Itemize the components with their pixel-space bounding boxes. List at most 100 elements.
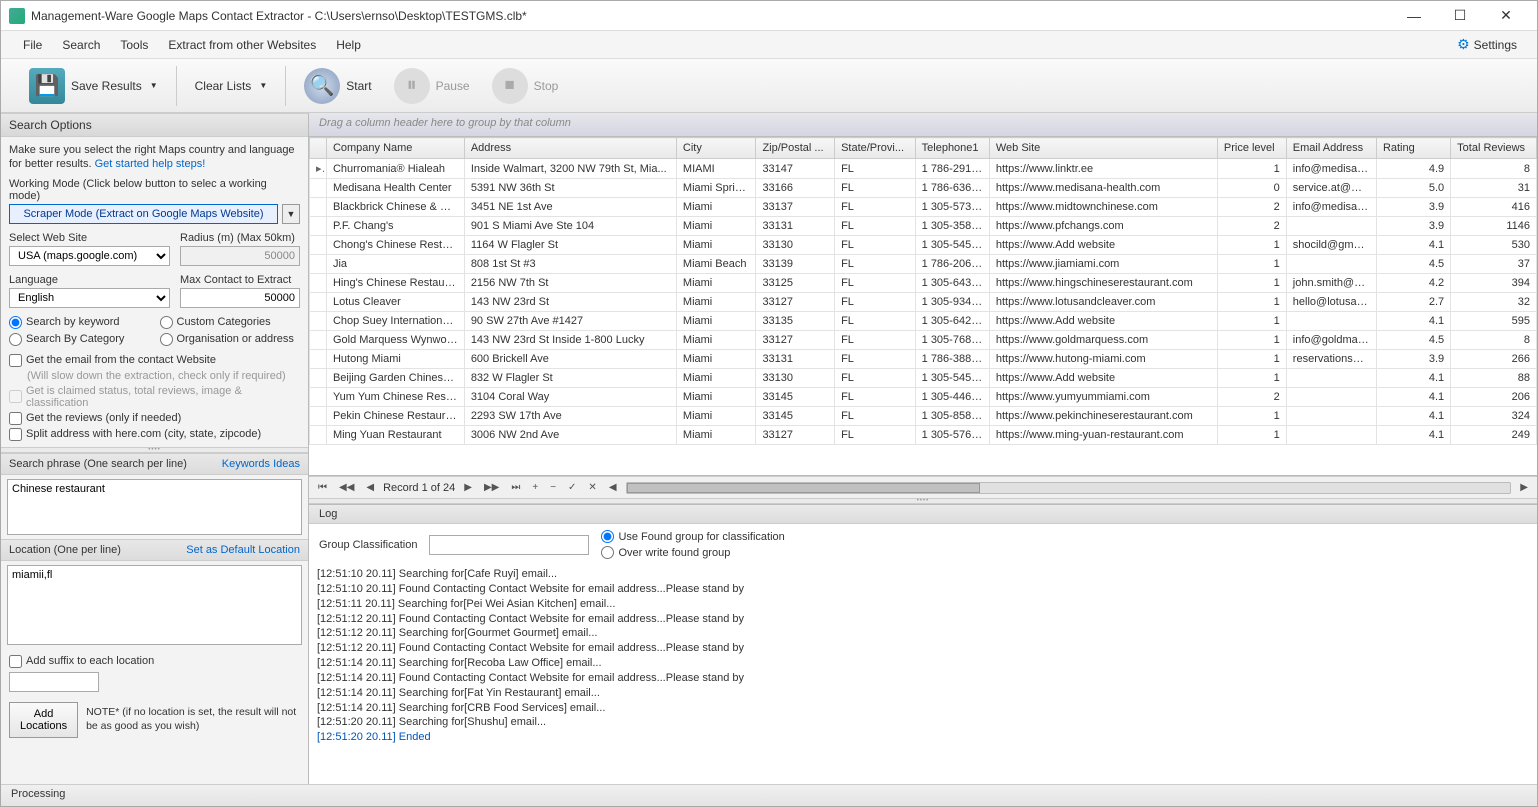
nav-first[interactable]: ⏮ [315,482,330,493]
cell[interactable]: 1 305-642-... [915,312,989,331]
cell[interactable]: 33131 [756,217,835,236]
cell[interactable]: 37 [1451,255,1537,274]
cell[interactable]: 33139 [756,255,835,274]
cell[interactable]: FL [835,255,916,274]
table-row[interactable]: Beijing Garden Chinese ...832 W Flagler … [310,369,1537,388]
column-header[interactable]: Address [464,138,676,159]
cell[interactable]: Miami Beach [676,255,756,274]
table-row[interactable]: Chong's Chinese Restau...1164 W Flagler … [310,236,1537,255]
cell[interactable]: 2156 NW 7th St [464,274,676,293]
cell[interactable]: Miami [676,331,756,350]
cell[interactable]: FL [835,293,916,312]
cell[interactable]: 33166 [756,179,835,198]
column-header[interactable]: Price level [1217,138,1286,159]
cell[interactable]: Miami [676,407,756,426]
radio-by-keyword[interactable]: Search by keyword [9,316,150,329]
table-row[interactable]: Hutong Miami600 Brickell AveMiami33131FL… [310,350,1537,369]
cell[interactable]: https://www.linktr.ee [989,159,1217,179]
cell[interactable]: https://www.Add website [989,369,1217,388]
cell[interactable]: 90 SW 27th Ave #1427 [464,312,676,331]
cell[interactable]: 1 786-388-... [915,350,989,369]
stop-button[interactable]: ⏹ Stop [484,64,567,108]
cell[interactable]: info@medisan... [1286,159,1376,179]
group-by-bar[interactable]: Drag a column header here to group by th… [309,113,1537,137]
table-row[interactable]: Chop Suey International...90 SW 27th Ave… [310,312,1537,331]
cell[interactable]: Gold Marquess Wynwood [326,331,464,350]
cell[interactable]: 394 [1451,274,1537,293]
set-default-location-link[interactable]: Set as Default Location [186,544,300,556]
nav-scroll-right[interactable]: ▶ [1517,482,1531,493]
cell[interactable]: https://www.Add website [989,236,1217,255]
cell[interactable]: 1 [1217,255,1286,274]
cell[interactable]: 3451 NE 1st Ave [464,198,676,217]
cell[interactable]: 4.5 [1376,331,1450,350]
cell[interactable]: 416 [1451,198,1537,217]
column-header[interactable]: Email Address [1286,138,1376,159]
table-row[interactable]: P.F. Chang's901 S Miami Ave Ste 104Miami… [310,217,1537,236]
column-header[interactable]: State/Provi... [835,138,916,159]
table-row[interactable]: Blackbrick Chinese & Dim...3451 NE 1st A… [310,198,1537,217]
cell[interactable]: FL [835,236,916,255]
cell[interactable]: 206 [1451,388,1537,407]
nav-commit[interactable]: ✓ [565,482,579,493]
cell[interactable]: FL [835,369,916,388]
cell[interactable]: hello@lotusan... [1286,293,1376,312]
cell[interactable]: 1164 W Flagler St [464,236,676,255]
cell[interactable]: 33127 [756,331,835,350]
cell[interactable]: 2293 SW 17th Ave [464,407,676,426]
cell[interactable]: 33127 [756,426,835,445]
cell[interactable]: 143 NW 23rd St Inside 1-800 Lucky [464,331,676,350]
cell[interactable]: 1 305-858-... [915,407,989,426]
radio-use-found[interactable]: Use Found group for classification [601,530,784,543]
cell[interactable]: 2 [1217,217,1286,236]
table-row[interactable]: Yum Yum Chinese Resta...3104 Coral WayMi… [310,388,1537,407]
cell[interactable]: 1 [1217,159,1286,179]
cell[interactable]: Miami [676,312,756,331]
search-phrase-input[interactable]: Chinese restaurant [7,479,302,535]
cell[interactable]: 530 [1451,236,1537,255]
cell[interactable]: 1 786-206-... [915,255,989,274]
help-steps-link[interactable]: Get started help steps! [95,158,206,170]
cell[interactable]: 4.2 [1376,274,1450,293]
nav-add[interactable]: + [529,482,541,493]
working-mode-dropdown-btn[interactable]: ▼ [282,204,300,224]
cell[interactable]: 88 [1451,369,1537,388]
cell[interactable]: FL [835,274,916,293]
column-header[interactable]: Telephone1 [915,138,989,159]
cell[interactable]: 1 305-934-... [915,293,989,312]
cell[interactable]: 3.9 [1376,198,1450,217]
close-button[interactable]: ✕ [1483,1,1529,31]
cell[interactable]: https://www.ming-yuan-restaurant.com [989,426,1217,445]
column-header[interactable]: Company Name [326,138,464,159]
check-reviews[interactable]: Get the reviews (only if needed) [9,412,300,425]
cell[interactable]: 4.1 [1376,312,1450,331]
menu-tools[interactable]: Tools [110,34,158,56]
nav-next[interactable]: ▶ [461,482,475,493]
cell[interactable]: 1 305-573-... [915,198,989,217]
cell[interactable]: 33125 [756,274,835,293]
cell[interactable]: https://www.midtownchinese.com [989,198,1217,217]
table-row[interactable]: Jia808 1st St #3Miami Beach33139FL1 786-… [310,255,1537,274]
clear-lists-button[interactable]: Clear Lists ▼ [187,75,276,97]
cell[interactable]: Miami Springs [676,179,756,198]
cell[interactable]: https://www.pekinchineserestaurant.com [989,407,1217,426]
cell[interactable]: Inside Walmart, 3200 NW 79th St, Mia... [464,159,676,179]
menu-extract[interactable]: Extract from other Websites [158,34,326,56]
cell[interactable]: 1146 [1451,217,1537,236]
cell[interactable]: 33145 [756,388,835,407]
menu-search[interactable]: Search [52,34,110,56]
cell[interactable]: reservations@... [1286,350,1376,369]
cell[interactable] [1286,388,1376,407]
cell[interactable]: 1 [1217,312,1286,331]
column-header[interactable]: Zip/Postal ... [756,138,835,159]
cell[interactable]: P.F. Chang's [326,217,464,236]
log-output[interactable]: [12:51:10 20.11] Searching for[Cafe Ruyi… [309,565,1537,784]
cell[interactable]: 1 [1217,293,1286,312]
location-input[interactable]: miamii,fl [7,565,302,645]
cell[interactable]: FL [835,350,916,369]
cell[interactable]: Chop Suey International... [326,312,464,331]
check-get-email[interactable]: Get the email from the contact Website [9,354,300,367]
working-mode-dropdown[interactable]: Scraper Mode (Extract on Google Maps Web… [9,204,278,224]
cell[interactable]: 8 [1451,331,1537,350]
nav-prev-page[interactable]: ◀◀ [336,482,357,493]
